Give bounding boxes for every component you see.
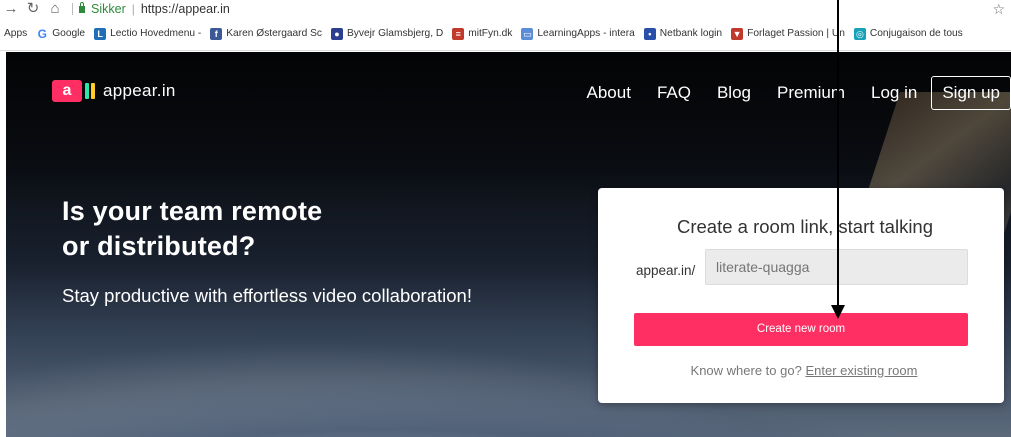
mitfyn-icon: ≡ — [452, 27, 465, 40]
hero-subline: Stay productive with effortless video co… — [62, 285, 472, 306]
existing-room-prompt: Know where to go? Enter existing room — [598, 363, 1004, 378]
bookmark-item[interactable]: f Karen Østergaard Sc — [210, 27, 322, 40]
logo-bar-green — [85, 83, 89, 99]
hero-section: a appear.in About FAQ Blog Premium Log i… — [6, 52, 1011, 437]
existing-room-text: Know where to go? — [690, 363, 802, 378]
headline-line-2: or distributed? — [62, 231, 256, 261]
facebook-icon: f — [210, 27, 223, 40]
bookmarks-bar: Apps G Google L Lectio Hovedmenu - f Karen Øst… — [0, 17, 1011, 51]
address-bar: → ↻ ⌂ Sikker | https://appear.in ☆ — [0, 0, 1011, 17]
bookmark-item[interactable]: ▭ LearningApps - intera — [521, 27, 635, 40]
annotation-arrow-line — [837, 0, 839, 308]
hero-headline: Is your team remote or distributed? — [62, 194, 322, 264]
nav-premium[interactable]: Premium — [777, 76, 845, 110]
bookmark-label: Lectio Hovedmenu - — [110, 28, 202, 39]
bookmark-item[interactable]: ▼ Forlaget Passion | Un — [731, 27, 845, 40]
create-room-button[interactable]: Create new room — [634, 313, 968, 346]
bookmark-label: Forlaget Passion | Un — [747, 28, 845, 39]
conjugaison-icon: ◎ — [853, 27, 866, 40]
url-field[interactable]: https://appear.in — [141, 2, 230, 16]
logo-text: appear.in — [103, 81, 176, 100]
lectio-icon: L — [94, 27, 107, 40]
bookmark-label: Conjugaison de tous — [869, 28, 963, 39]
bookmark-label: Karen Østergaard Sc — [226, 28, 322, 39]
top-nav: About FAQ Blog Premium Log in Sign up — [587, 76, 1011, 110]
back-arrow-icon[interactable]: → — [2, 1, 20, 16]
create-room-card: Create a room link, start talking appear… — [598, 188, 1004, 403]
card-title: Create a room link, start talking — [676, 216, 934, 237]
signup-button[interactable]: Sign up — [931, 76, 1011, 110]
appear-in-logo[interactable]: a appear.in — [52, 80, 176, 102]
bookmark-label: Google — [52, 28, 86, 39]
bookmark-label: Byvejr Glamsbjerg, D — [346, 28, 444, 39]
reload-icon[interactable]: ↻ — [24, 1, 42, 16]
bookmark-item[interactable]: ≡ mitFyn.dk — [452, 27, 513, 40]
home-icon[interactable]: ⌂ — [46, 1, 64, 16]
logo-bar-yellow — [91, 83, 95, 99]
bookmark-label: Netbank login — [659, 28, 723, 39]
bookmark-label: mitFyn.dk — [468, 28, 513, 39]
address-divider — [72, 2, 73, 15]
forlaget-icon: ▼ — [731, 27, 744, 40]
google-icon: G — [37, 26, 47, 41]
bookmark-item[interactable]: ● Byvejr Glamsbjerg, D — [330, 27, 444, 40]
weather-icon: ● — [330, 27, 343, 40]
learningapps-icon: ▭ — [521, 27, 534, 40]
netbank-icon: • — [643, 27, 656, 40]
bookmark-item[interactable]: L Lectio Hovedmenu - — [94, 27, 202, 40]
headline-line-1: Is your team remote — [62, 196, 323, 226]
room-url-prefix: appear.in/ — [636, 263, 696, 278]
bookmark-item[interactable]: Apps — [4, 28, 27, 39]
nav-blog[interactable]: Blog — [717, 76, 751, 110]
bookmark-label: LearningApps - intera — [537, 28, 635, 39]
bookmark-star-icon[interactable]: ☆ — [992, 1, 1005, 18]
bookmark-item[interactable]: G Google — [36, 26, 86, 41]
nav-faq[interactable]: FAQ — [657, 76, 691, 110]
nav-about[interactable]: About — [587, 76, 631, 110]
nav-login[interactable]: Log in — [871, 76, 917, 110]
secure-label: Sikker — [91, 1, 126, 16]
logo-mark-icon: a — [52, 80, 82, 102]
address-pipe: | — [131, 1, 135, 16]
annotation-arrow-head-icon — [831, 305, 845, 319]
enter-existing-room-link[interactable]: Enter existing room — [805, 363, 917, 378]
bookmark-label: Apps — [4, 28, 28, 39]
bookmark-item[interactable]: ◎ Conjugaison de tous — [853, 27, 963, 40]
lock-icon — [79, 2, 85, 13]
bookmark-item[interactable]: • Netbank login — [643, 27, 723, 40]
